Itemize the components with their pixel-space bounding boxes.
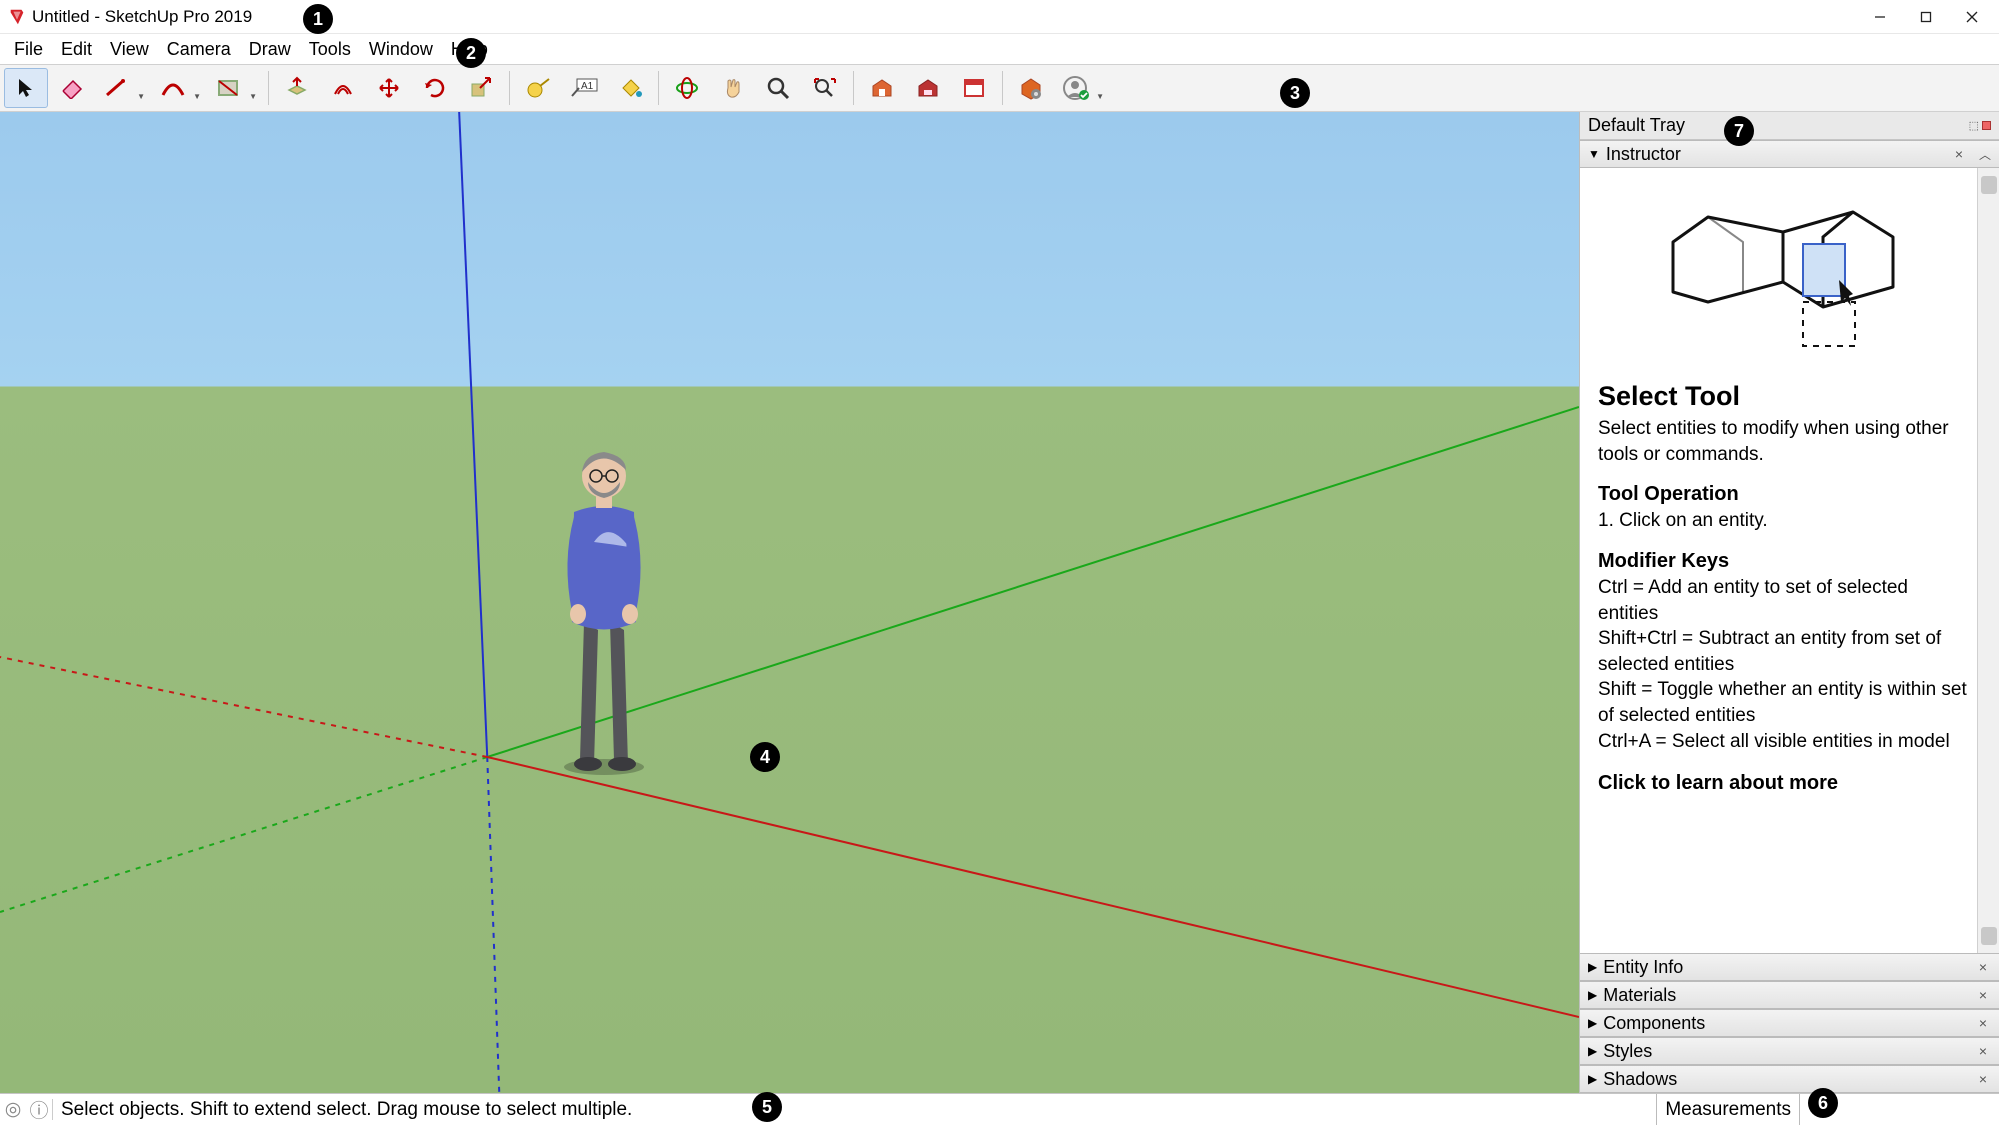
eraser-tool[interactable] bbox=[50, 68, 94, 108]
panel-close[interactable]: × bbox=[1975, 1071, 1991, 1087]
tray-close-icon[interactable] bbox=[1982, 121, 1991, 130]
text-tool[interactable]: A1 bbox=[562, 68, 606, 108]
learn-more-link[interactable]: Click to learn about more bbox=[1598, 772, 1967, 795]
layout-tool[interactable] bbox=[952, 68, 996, 108]
instructor-panel-body: Select Tool Select entities to modify wh… bbox=[1580, 168, 1999, 953]
panel-styles[interactable]: ▶ Styles × bbox=[1580, 1037, 1999, 1065]
panel-label: Components bbox=[1603, 1013, 1705, 1034]
default-tray: Default Tray ⬚ ▼ Instructor × ︿ bbox=[1579, 112, 1999, 1093]
callout-1: 1 bbox=[303, 4, 333, 34]
rotate-tool[interactable] bbox=[413, 68, 457, 108]
user-account-tool[interactable]: ▼ bbox=[1055, 68, 1109, 108]
panel-shadows[interactable]: ▶ Shadows × bbox=[1580, 1065, 1999, 1093]
orbit-tool[interactable] bbox=[665, 68, 709, 108]
panel-close[interactable]: × bbox=[1975, 959, 1991, 975]
push-pull-tool[interactable] bbox=[275, 68, 319, 108]
expand-arrow-icon: ▶ bbox=[1588, 1016, 1597, 1030]
tape-measure-tool[interactable] bbox=[516, 68, 560, 108]
tool-operation-heading: Tool Operation bbox=[1598, 483, 1967, 506]
select-tool[interactable] bbox=[4, 68, 48, 108]
tray-pin-icon[interactable]: ⬚ bbox=[1969, 119, 1979, 132]
info-icon[interactable]: ⓘ bbox=[26, 1096, 52, 1123]
callout-7: 7 bbox=[1724, 116, 1754, 146]
arc-tool[interactable]: ▼ bbox=[152, 68, 206, 108]
tray-header[interactable]: Default Tray ⬚ bbox=[1580, 112, 1999, 140]
line-tool[interactable]: ▼ bbox=[96, 68, 150, 108]
modifier-keys-heading: Modifier Keys bbox=[1598, 550, 1967, 573]
expand-arrow-icon: ▶ bbox=[1588, 1044, 1597, 1058]
panel-close[interactable]: × bbox=[1975, 1043, 1991, 1059]
modifier-key-line: Shift+Ctrl = Subtract an entity from set… bbox=[1598, 626, 1967, 677]
status-text: Select objects. Shift to extend select. … bbox=[53, 1099, 632, 1121]
statusbar: ◎ ⓘ Select objects. Shift to extend sele… bbox=[0, 1093, 1999, 1125]
panel-components[interactable]: ▶ Components × bbox=[1580, 1009, 1999, 1037]
expand-arrow-icon: ▶ bbox=[1588, 1072, 1597, 1086]
panel-label: Styles bbox=[1603, 1041, 1652, 1062]
app-icon bbox=[8, 8, 26, 26]
titlebar: Untitled - SketchUp Pro 2019 bbox=[0, 0, 1999, 34]
expand-arrow-icon: ▶ bbox=[1588, 960, 1597, 974]
panel-entity-info[interactable]: ▶ Entity Info × bbox=[1580, 953, 1999, 981]
expand-arrow-icon: ▶ bbox=[1588, 988, 1597, 1002]
menu-camera[interactable]: Camera bbox=[159, 37, 239, 62]
minimize-button[interactable] bbox=[1857, 0, 1903, 33]
close-button[interactable] bbox=[1949, 0, 1995, 33]
zoom-extents-tool[interactable] bbox=[803, 68, 847, 108]
collapse-arrow-icon: ▼ bbox=[1588, 147, 1600, 161]
extension-manager-tool[interactable] bbox=[1009, 68, 1053, 108]
shape-tool[interactable]: ▼ bbox=[208, 68, 262, 108]
instructor-panel-header[interactable]: ▼ Instructor × ︿ bbox=[1580, 140, 1999, 168]
instructor-scrollbar[interactable] bbox=[1977, 168, 1999, 953]
move-tool[interactable] bbox=[367, 68, 411, 108]
menu-tools[interactable]: Tools bbox=[301, 37, 359, 62]
instructor-panel-label: Instructor bbox=[1606, 144, 1681, 165]
panel-label: Materials bbox=[1603, 985, 1676, 1006]
panel-materials[interactable]: ▶ Materials × bbox=[1580, 981, 1999, 1009]
extension-warehouse-tool[interactable] bbox=[906, 68, 950, 108]
scale-figure[interactable] bbox=[544, 442, 664, 777]
svg-text:A1: A1 bbox=[581, 81, 594, 92]
offset-tool[interactable] bbox=[321, 68, 365, 108]
modifier-key-line: Ctrl+A = Select all visible entities in … bbox=[1598, 729, 1967, 755]
geolocation-icon[interactable]: ◎ bbox=[0, 1098, 26, 1121]
modifier-key-line: Ctrl = Add an entity to set of selected … bbox=[1598, 575, 1967, 626]
menu-view[interactable]: View bbox=[102, 37, 157, 62]
instructor-panel-close[interactable]: × bbox=[1951, 146, 1967, 162]
callout-5: 5 bbox=[752, 1092, 782, 1122]
menu-file[interactable]: File bbox=[6, 37, 51, 62]
instructor-panel-collapse[interactable]: ︿ bbox=[1979, 146, 1991, 163]
toolbar: ▼▼▼A1▼ bbox=[0, 64, 1999, 112]
callout-4: 4 bbox=[750, 742, 780, 772]
instructor-title: Select Tool bbox=[1598, 381, 1967, 412]
tool-operation-step: 1. Click on an entity. bbox=[1598, 508, 1967, 534]
measurements-label: Measurements bbox=[1656, 1094, 1799, 1125]
window-title: Untitled - SketchUp Pro 2019 bbox=[32, 7, 252, 27]
callout-2: 2 bbox=[456, 38, 486, 68]
scale-tool[interactable] bbox=[459, 68, 503, 108]
panel-label: Shadows bbox=[1603, 1069, 1677, 1090]
panel-close[interactable]: × bbox=[1975, 1015, 1991, 1031]
panel-label: Entity Info bbox=[1603, 957, 1683, 978]
instructor-illustration bbox=[1653, 182, 1913, 362]
menu-edit[interactable]: Edit bbox=[53, 37, 100, 62]
menubar: FileEditViewCameraDrawToolsWindowHelp bbox=[0, 34, 1999, 64]
zoom-tool[interactable] bbox=[757, 68, 801, 108]
tray-title: Default Tray bbox=[1588, 115, 1685, 136]
callout-6: 6 bbox=[1808, 1088, 1838, 1118]
viewport-3d[interactable] bbox=[0, 112, 1579, 1093]
pan-tool[interactable] bbox=[711, 68, 755, 108]
modifier-key-line: Shift = Toggle whether an entity is with… bbox=[1598, 677, 1967, 728]
panel-close[interactable]: × bbox=[1975, 987, 1991, 1003]
instructor-subtitle: Select entities to modify when using oth… bbox=[1598, 416, 1967, 467]
callout-3: 3 bbox=[1280, 78, 1310, 108]
menu-window[interactable]: Window bbox=[361, 37, 441, 62]
3d-warehouse-tool[interactable] bbox=[860, 68, 904, 108]
maximize-button[interactable] bbox=[1903, 0, 1949, 33]
menu-draw[interactable]: Draw bbox=[241, 37, 299, 62]
paint-bucket-tool[interactable] bbox=[608, 68, 652, 108]
